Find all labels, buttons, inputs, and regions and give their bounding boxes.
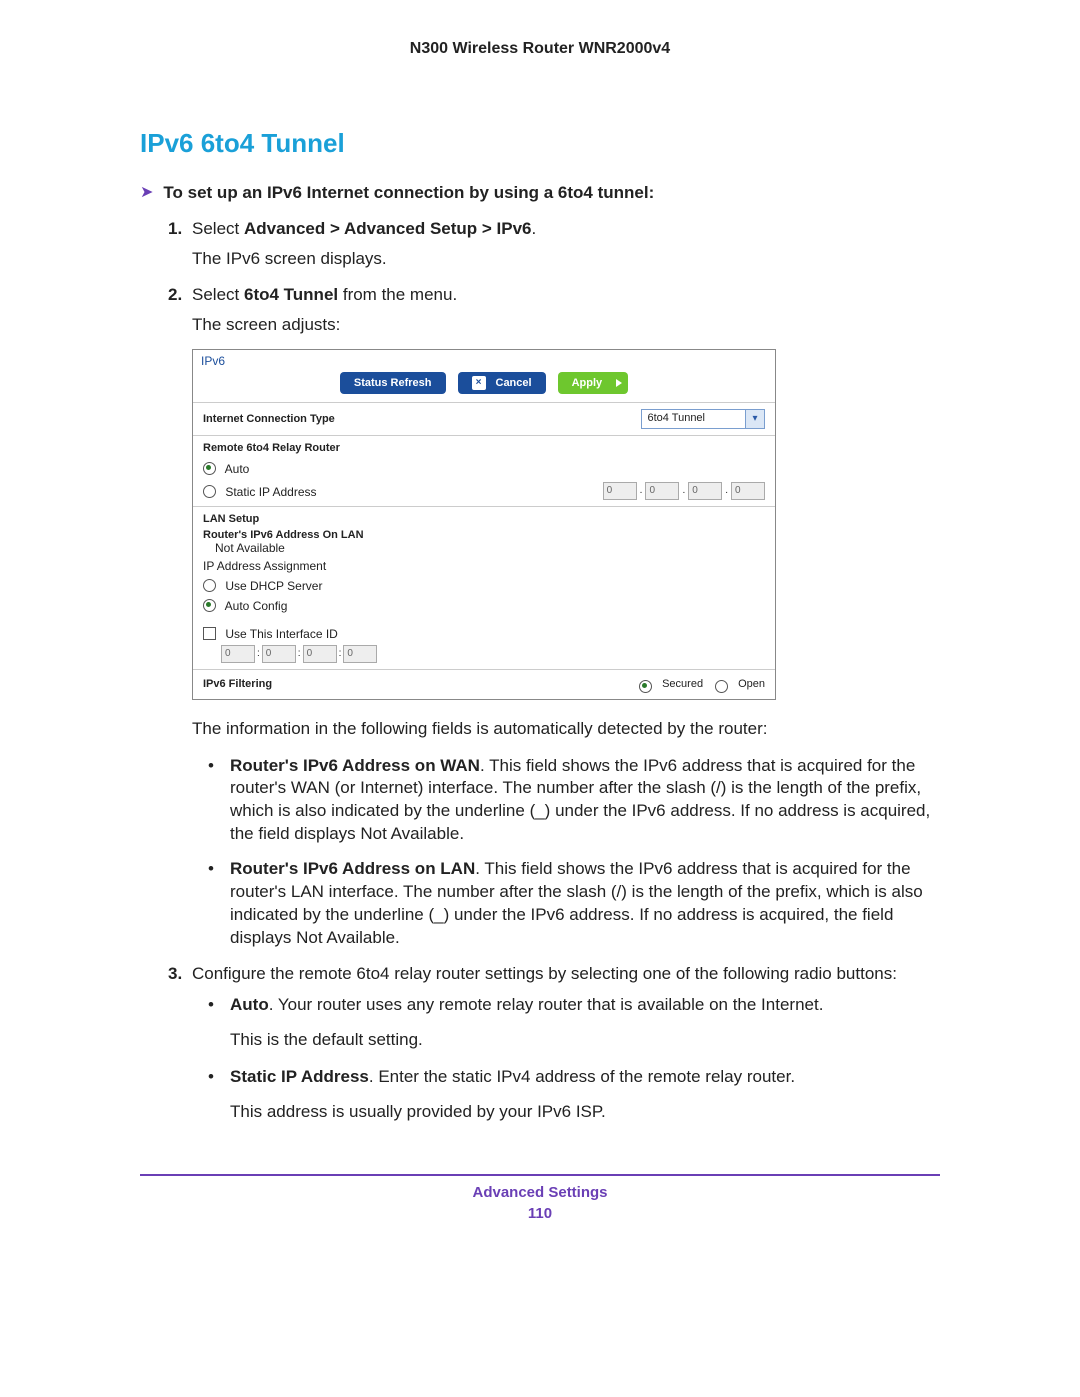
- lan-addr-bold: Router's IPv6 Address on LAN: [230, 859, 475, 878]
- filter-secured-label: Secured: [662, 678, 703, 690]
- cancel-button[interactable]: × Cancel: [458, 372, 546, 394]
- use-interface-id-label: Use This Interface ID: [225, 627, 338, 641]
- list-item: • Static IP Address. Enter the static IP…: [208, 1066, 940, 1089]
- static-sub: This address is usually provided by your…: [230, 1101, 940, 1124]
- iid-4[interactable]: 0: [343, 645, 377, 663]
- relay-static-radio[interactable]: [203, 485, 216, 498]
- iid-1[interactable]: 0: [221, 645, 255, 663]
- ip-assign-label: IP Address Assignment: [203, 559, 765, 573]
- auto-bold: Auto: [230, 995, 269, 1014]
- after-panel-text: The information in the following fields …: [192, 718, 940, 741]
- ip-octet-2[interactable]: 0: [645, 482, 679, 500]
- step-2: 2. Select 6to4 Tunnel from the menu.: [168, 283, 940, 307]
- step1-bold: Advanced > Advanced Setup > IPv6: [244, 219, 532, 238]
- iid-2[interactable]: 0: [262, 645, 296, 663]
- step1-sub: The IPv6 screen displays.: [192, 249, 940, 269]
- list-item: • Auto. Your router uses any remote rela…: [208, 994, 940, 1017]
- ip-octet-1[interactable]: 0: [603, 482, 637, 500]
- footer-section: Advanced Settings: [140, 1184, 940, 1201]
- use-interface-id-checkbox[interactable]: [203, 627, 216, 640]
- auto-sub: This is the default setting.: [230, 1029, 940, 1052]
- router-ui-panel: IPv6 Status Refresh × Cancel Apply Inter…: [192, 349, 776, 700]
- close-icon: ×: [472, 376, 486, 390]
- step3-text: Configure the remote 6to4 relay router s…: [192, 962, 897, 986]
- relay-auto-label: Auto: [225, 462, 250, 476]
- bullet-arrow-icon: ➤: [140, 185, 153, 201]
- static-text: . Enter the static IPv4 address of the r…: [369, 1067, 795, 1086]
- bullet-icon: •: [208, 994, 230, 1017]
- step2-post: from the menu.: [338, 285, 457, 304]
- ipv6-filtering-label: IPv6 Filtering: [203, 678, 272, 690]
- intro-text: To set up an IPv6 Internet connection by…: [163, 183, 654, 203]
- conn-type-value: 6to4 Tunnel: [642, 410, 746, 428]
- step2-bold: 6to4 Tunnel: [244, 285, 338, 304]
- wan-addr-bold: Router's IPv6 Address on WAN: [230, 756, 480, 775]
- iid-3[interactable]: 0: [303, 645, 337, 663]
- section-title: IPv6 6to4 Tunnel: [140, 128, 940, 159]
- step2-pre: Select: [192, 285, 244, 304]
- status-refresh-button[interactable]: Status Refresh: [340, 372, 446, 394]
- chevron-right-icon: [616, 379, 622, 387]
- bullet-icon: •: [208, 858, 230, 950]
- list-item: • Router's IPv6 Address on WAN. This fie…: [208, 755, 940, 847]
- relay-auto-radio[interactable]: [203, 462, 216, 475]
- panel-title: IPv6: [193, 350, 775, 368]
- step-number: 3.: [168, 962, 192, 986]
- step1-post: .: [532, 219, 537, 238]
- step-3: 3. Configure the remote 6to4 relay route…: [168, 962, 940, 986]
- conn-type-select[interactable]: 6to4 Tunnel ▾: [641, 409, 766, 429]
- auto-text: . Your router uses any remote relay rout…: [269, 995, 824, 1014]
- step-1: 1. Select Advanced > Advanced Setup > IP…: [168, 217, 940, 241]
- filter-open-label: Open: [738, 678, 765, 690]
- apply-label: Apply: [572, 377, 603, 389]
- footer-rule: [140, 1174, 940, 1176]
- filter-open-radio[interactable]: [715, 680, 728, 693]
- bullet-icon: •: [208, 755, 230, 847]
- step-number: 2.: [168, 283, 192, 307]
- relay-header: Remote 6to4 Relay Router: [203, 442, 765, 454]
- relay-static-ip[interactable]: 0. 0. 0. 0: [603, 482, 765, 500]
- doc-header: N300 Wireless Router WNR2000v4: [140, 40, 940, 58]
- bullet-icon: •: [208, 1066, 230, 1089]
- ip-octet-3[interactable]: 0: [688, 482, 722, 500]
- interface-id-input[interactable]: 0: 0: 0: 0: [221, 645, 377, 663]
- autoconfig-label: Auto Config: [225, 599, 288, 613]
- footer-page-number: 110: [140, 1205, 940, 1222]
- dhcp-label: Use DHCP Server: [225, 579, 322, 593]
- apply-button[interactable]: Apply: [558, 372, 629, 394]
- dhcp-radio[interactable]: [203, 579, 216, 592]
- step1-pre: Select: [192, 219, 244, 238]
- step-number: 1.: [168, 217, 192, 241]
- autoconfig-radio[interactable]: [203, 599, 216, 612]
- filter-secured-radio[interactable]: [639, 680, 652, 693]
- static-bold: Static IP Address: [230, 1067, 369, 1086]
- lan-ipv6-addr-label: Router's IPv6 Address On LAN: [203, 529, 765, 541]
- lan-header: LAN Setup: [203, 513, 765, 525]
- ip-octet-4[interactable]: 0: [731, 482, 765, 500]
- cancel-label: Cancel: [496, 377, 532, 389]
- list-item: • Router's IPv6 Address on LAN. This fie…: [208, 858, 940, 950]
- conn-type-label: Internet Connection Type: [203, 413, 335, 425]
- chevron-down-icon: ▾: [745, 410, 764, 428]
- relay-static-label: Static IP Address: [225, 485, 316, 499]
- step2-sub: The screen adjusts:: [192, 315, 940, 335]
- lan-ipv6-addr-value: Not Available: [215, 541, 765, 555]
